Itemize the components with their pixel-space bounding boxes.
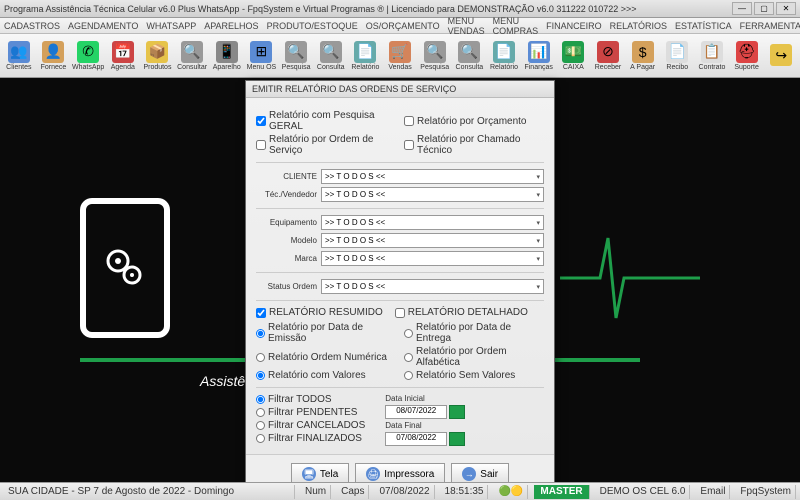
rad-mid-5[interactable]: Relatório Sem Valores <box>404 370 544 381</box>
date-final-label: Data Final <box>385 421 465 430</box>
window-title: Programa Assistência Técnica Celular v6.… <box>4 4 732 14</box>
toolbar-consulta[interactable]: 🔍Consulta <box>314 36 348 76</box>
toolbar-fornece[interactable]: 👤Fornece <box>37 36 71 76</box>
date-initial-input[interactable]: 08/07/2022 <box>385 405 447 419</box>
report-dialog: EMITIR RELATÓRIO DAS ORDENS DE SERVIÇO R… <box>245 80 555 494</box>
lbl-fields3-0: Status Ordem <box>256 282 321 291</box>
menu-financeiro[interactable]: FINANCEIRO <box>546 21 602 31</box>
toolbar-pesquisa[interactable]: 🔍Pesquisa <box>418 36 452 76</box>
toolbar-consultar[interactable]: 🔍Consultar <box>175 36 209 76</box>
window-controls: — ▢ ✕ <box>732 2 796 15</box>
status-system[interactable]: FpqSystem <box>736 485 796 499</box>
toolbar-menu os[interactable]: ⊞Menu OS <box>245 36 279 76</box>
date-final-input[interactable]: 07/08/2022 <box>385 432 447 446</box>
rad-mid-1[interactable]: Relatório por Data de Entrega <box>404 322 544 344</box>
toolbar-clientes[interactable]: 👥Clientes <box>2 36 36 76</box>
toolbar-pesquisa[interactable]: 🔍Pesquisa <box>279 36 313 76</box>
sel-fields2-0[interactable]: >> T O D O S << <box>321 215 544 230</box>
phone-icon <box>80 198 170 338</box>
brand-tagline: Assistê <box>200 373 245 389</box>
menu-menu vendas[interactable]: MENU VENDAS <box>448 16 485 36</box>
rad-mid-2[interactable]: Relatório Ordem Numérica <box>256 346 396 368</box>
menu-produto/estoque[interactable]: PRODUTO/ESTOQUE <box>267 21 358 31</box>
menu-whatsapp[interactable]: WHATSAPP <box>146 21 196 31</box>
rad-mid-0[interactable]: Relatório por Data de Emissão <box>256 322 396 344</box>
date-initial-picker[interactable] <box>449 405 465 419</box>
lbl-fields1-0: CLIENTE <box>256 172 321 181</box>
lbl-fields1-1: Téc./Vendedor <box>256 190 321 199</box>
chk-top-3[interactable]: Relatório por Chamado Técnico <box>404 134 544 156</box>
maximize-button[interactable]: ▢ <box>754 2 774 15</box>
status-date: 07/08/2022 <box>375 485 434 499</box>
filter-0[interactable]: Filtrar TODOS <box>256 394 365 405</box>
toolbar-relatório[interactable]: 📄Relatório <box>349 36 383 76</box>
date-initial-label: Data Inicial <box>385 394 465 403</box>
close-button[interactable]: ✕ <box>776 2 796 15</box>
window-titlebar: Programa Assistência Técnica Celular v6.… <box>0 0 800 18</box>
chk-mid-1[interactable]: RELATÓRIO DETALHADO <box>395 307 528 318</box>
status-time: 18:51:35 <box>441 485 489 499</box>
date-final-picker[interactable] <box>449 432 465 446</box>
toolbar-suporte[interactable]: ⛑Suporte <box>730 36 764 76</box>
sel-fields3-0[interactable]: >> T O D O S << <box>321 279 544 294</box>
minimize-button[interactable]: — <box>732 2 752 15</box>
chk-top-2[interactable]: Relatório por Ordem de Serviço <box>256 134 396 156</box>
menu-bar: CADASTROS AGENDAMENTO WHATSAPP APARELHOS PRO… <box>0 18 800 34</box>
toolbar-receber[interactable]: ⊘Receber <box>591 36 625 76</box>
toolbar-recibo[interactable]: 📄Recibo <box>660 36 694 76</box>
filter-1[interactable]: Filtrar PENDENTES <box>256 407 365 418</box>
toolbar-whatsapp[interactable]: ✆WhatsApp <box>71 36 105 76</box>
chk-mid-0[interactable]: RELATÓRIO RESUMIDO <box>256 307 383 318</box>
rad-mid-3[interactable]: Relatório por Ordem Alfabética <box>404 346 544 368</box>
brand-logo <box>80 198 170 338</box>
toolbar-aparelho[interactable]: 📱Aparelho <box>210 36 244 76</box>
toolbar-caixa[interactable]: 💵CAIXA <box>557 36 591 76</box>
sel-fields1-0[interactable]: >> T O D O S << <box>321 169 544 184</box>
status-demo: DEMO OS CEL 6.0 <box>596 485 691 499</box>
pulse-icon <box>560 218 700 338</box>
chk-top-0[interactable]: Relatório com Pesquisa GERAL <box>256 110 396 132</box>
menu-ferramentas[interactable]: FERRAMENTAS <box>740 21 800 31</box>
status-bar: SUA CIDADE - SP 7 de Agosto de 2022 - Do… <box>0 482 800 500</box>
lbl-fields2-0: Equipamento <box>256 218 321 227</box>
status-capslock: Caps <box>337 485 369 499</box>
toolbar-relatório[interactable]: 📄Relatório <box>487 36 521 76</box>
status-location: SUA CIDADE - SP 7 de Agosto de 2022 - Do… <box>4 485 295 499</box>
status-user: MASTER <box>534 485 589 499</box>
lbl-fields2-1: Modelo <box>256 236 321 245</box>
menu-aparelhos[interactable]: APARELHOS <box>204 21 258 31</box>
filter-3[interactable]: Filtrar FINALIZADOS <box>256 433 365 444</box>
toolbar-agenda[interactable]: 📅Agenda <box>106 36 140 76</box>
filter-2[interactable]: Filtrar CANCELADOS <box>256 420 365 431</box>
dialog-title: EMITIR RELATÓRIO DAS ORDENS DE SERVIÇO <box>246 81 554 98</box>
main-toolbar: 👥Clientes👤Fornece✆WhatsApp📅Agenda📦Produt… <box>0 34 800 78</box>
toolbar-finanças[interactable]: 📊Finanças <box>522 36 556 76</box>
menu-agendamento[interactable]: AGENDAMENTO <box>68 21 138 31</box>
rad-mid-4[interactable]: Relatório com Valores <box>256 370 396 381</box>
toolbar-a pagar[interactable]: $A Pagar <box>626 36 660 76</box>
toolbar-consulta[interactable]: 🔍Consulta <box>453 36 487 76</box>
sel-fields1-1[interactable]: >> T O D O S << <box>321 187 544 202</box>
toolbar-produtos[interactable]: 📦Produtos <box>141 36 175 76</box>
toolbar-vendas[interactable]: 🛒Vendas <box>383 36 417 76</box>
chk-top-1[interactable]: Relatório por Orçamento <box>404 110 544 132</box>
menu-cadastros[interactable]: CADASTROS <box>4 21 60 31</box>
toolbar-contrato[interactable]: 📋Contrato <box>695 36 729 76</box>
menu-menu compras[interactable]: MENU COMPRAS <box>493 16 539 36</box>
lbl-fields2-2: Marca <box>256 254 321 263</box>
status-email[interactable]: Email <box>696 485 730 499</box>
sel-fields2-2[interactable]: >> T O D O S << <box>321 251 544 266</box>
menu-estatística[interactable]: ESTATÍSTICA <box>675 21 732 31</box>
status-flag: 🟢🟡 <box>494 485 528 499</box>
toolbar-exit[interactable]: ↪ <box>764 36 798 76</box>
status-numlock: Num <box>301 485 331 499</box>
sel-fields2-1[interactable]: >> T O D O S << <box>321 233 544 248</box>
menu-relatórios[interactable]: RELATÓRIOS <box>610 21 667 31</box>
menu-os/orçamento[interactable]: OS/ORÇAMENTO <box>366 21 440 31</box>
